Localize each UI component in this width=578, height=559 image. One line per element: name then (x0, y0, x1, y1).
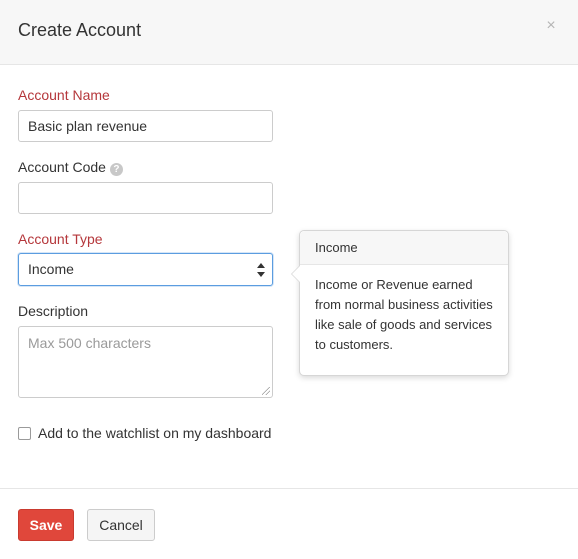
watchlist-label[interactable]: Add to the watchlist on my dashboard (38, 425, 271, 441)
save-button[interactable]: Save (18, 509, 74, 541)
modal-footer: Save Cancel (0, 488, 578, 559)
account-code-label: Account Code (18, 159, 106, 175)
watchlist-checkbox[interactable] (18, 427, 31, 440)
account-type-popover: Income Income or Revenue earned from nor… (291, 230, 509, 376)
account-code-label-row: Account Code? (18, 159, 123, 176)
description-placeholder: Max 500 characters (28, 335, 151, 351)
cancel-button[interactable]: Cancel (87, 509, 155, 541)
description-textarea[interactable]: Max 500 characters (18, 326, 273, 398)
popover-title: Income (300, 231, 508, 265)
account-name-input[interactable]: Basic plan revenue (18, 110, 273, 142)
modal-title: Create Account (18, 20, 142, 40)
select-arrows-icon (257, 263, 265, 277)
account-type-label: Account Type (18, 231, 103, 247)
help-icon[interactable]: ? (109, 163, 123, 176)
account-type-select[interactable]: Income (18, 253, 273, 286)
account-type-selected: Income (28, 261, 74, 277)
account-code-input[interactable] (18, 182, 273, 214)
popover-body: Income or Revenue earned from normal bus… (315, 277, 493, 352)
description-label: Description (18, 303, 89, 319)
modal-header: Create Account × (0, 0, 578, 65)
resize-grip-icon[interactable] (262, 387, 270, 395)
close-icon[interactable]: × (544, 18, 558, 34)
account-name-label: Account Name (18, 87, 110, 103)
